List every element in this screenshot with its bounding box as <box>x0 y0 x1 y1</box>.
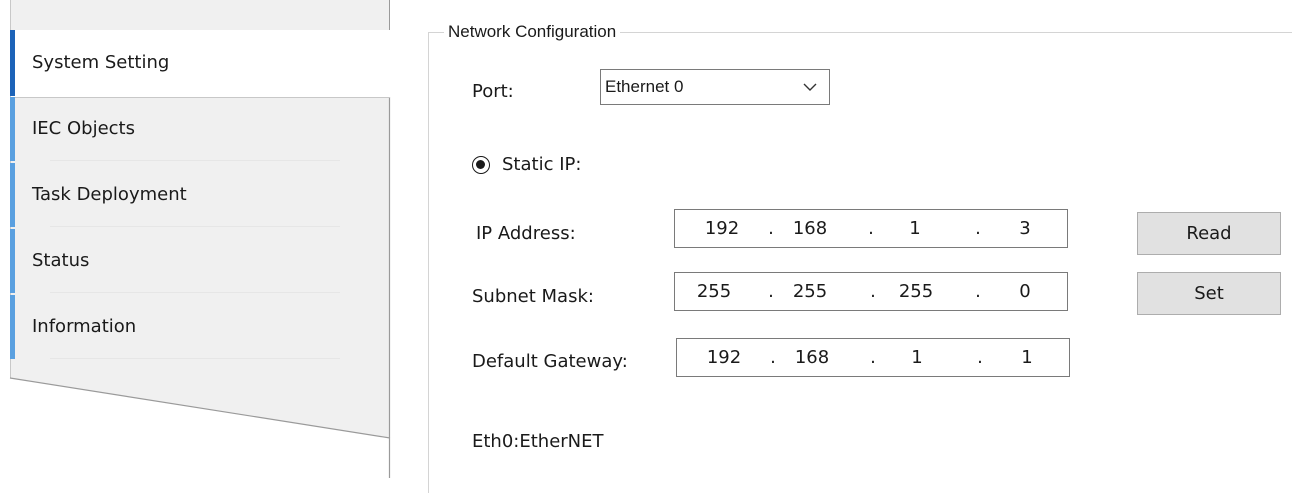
default-gateway-label: Default Gateway: <box>472 351 628 372</box>
subnet-mask-field[interactable]: 255 . 255 . 255 . 0 <box>674 272 1068 311</box>
sidebar-item-task-deployment[interactable]: Task Deployment <box>10 163 390 227</box>
mask-octet-4[interactable]: 0 <box>990 273 1060 310</box>
item-indicator <box>10 163 15 227</box>
sidebar: System Setting IEC Objects Task Deployme… <box>0 0 400 478</box>
sidebar-item-label: Status <box>32 250 90 271</box>
ip-octet-4[interactable]: 3 <box>990 210 1060 247</box>
ip-address-label: IP Address: <box>476 223 576 244</box>
ip-octet-2[interactable]: 168 <box>775 210 845 247</box>
set-button[interactable]: Set <box>1137 272 1281 315</box>
sidebar-item-label: System Setting <box>32 52 170 73</box>
active-indicator <box>10 30 15 96</box>
ip-dot: . <box>870 281 876 302</box>
ip-dot: . <box>977 347 983 368</box>
radio-button[interactable] <box>472 156 490 174</box>
ip-octet-3[interactable]: 1 <box>880 210 950 247</box>
default-gateway-field[interactable]: 192 . 168 . 1 . 1 <box>676 338 1070 377</box>
ip-dot: . <box>870 347 876 368</box>
sidebar-item-label: Information <box>32 316 137 337</box>
network-config-group <box>428 32 1292 493</box>
sidebar-item-label: IEC Objects <box>32 118 135 139</box>
chevron-down-icon <box>803 83 817 91</box>
sidebar-item-information[interactable]: Information <box>10 295 390 359</box>
item-indicator <box>10 229 15 293</box>
ip-dot: . <box>868 218 874 239</box>
sidebar-item-iec-objects[interactable]: IEC Objects <box>10 97 390 161</box>
group-title: Network Configuration <box>444 20 621 44</box>
port-select[interactable]: Ethernet 0 <box>600 69 830 105</box>
gateway-octet-2[interactable]: 168 <box>777 339 847 376</box>
ip-octet-1[interactable]: 192 <box>687 210 757 247</box>
divider <box>50 226 340 227</box>
item-indicator <box>10 97 15 161</box>
gateway-octet-4[interactable]: 1 <box>992 339 1062 376</box>
gateway-octet-3[interactable]: 1 <box>882 339 952 376</box>
port-label: Port: <box>472 81 514 102</box>
divider <box>50 160 340 161</box>
item-indicator <box>10 295 15 359</box>
mask-octet-1[interactable]: 255 <box>679 273 749 310</box>
divider <box>50 358 340 359</box>
mask-octet-2[interactable]: 255 <box>775 273 845 310</box>
port-select-value: Ethernet 0 <box>605 77 684 96</box>
read-button[interactable]: Read <box>1137 212 1281 255</box>
sidebar-item-system-setting[interactable]: System Setting <box>10 30 390 96</box>
ip-address-field[interactable]: 192 . 168 . 1 . 3 <box>674 209 1068 248</box>
sidebar-item-status[interactable]: Status <box>10 229 390 293</box>
ip-dot: . <box>975 281 981 302</box>
gateway-octet-1[interactable]: 192 <box>689 339 759 376</box>
interface-label: Eth0:EtherNET <box>472 431 604 452</box>
ip-dot: . <box>975 218 981 239</box>
mask-octet-3[interactable]: 255 <box>881 273 951 310</box>
sidebar-item-label: Task Deployment <box>32 184 187 205</box>
subnet-mask-label: Subnet Mask: <box>472 286 594 307</box>
radio-selected-dot <box>476 160 485 169</box>
divider <box>50 292 340 293</box>
static-ip-label: Static IP: <box>502 154 582 175</box>
